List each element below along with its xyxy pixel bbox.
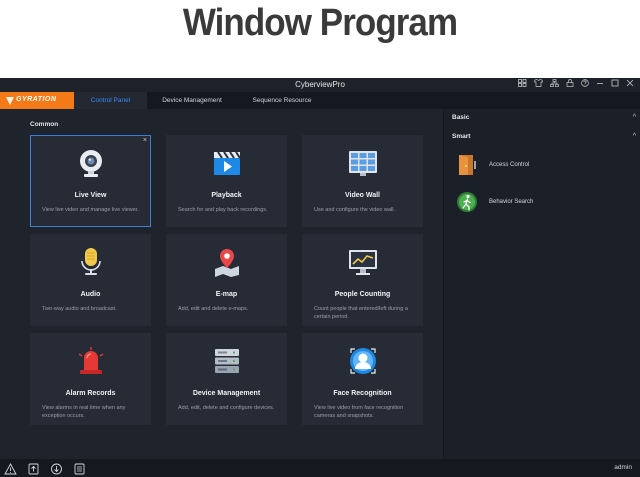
grid-icon[interactable] (518, 79, 527, 91)
section-label-common: Common (30, 121, 59, 128)
warning-icon[interactable] (4, 462, 17, 475)
tile-device-management[interactable]: Device Management Add, edit, delete and … (166, 333, 287, 425)
collapse-basic-chevron-icon[interactable]: ^ (633, 114, 636, 121)
tile-audio[interactable]: Audio Two-way audio and broadcast. (30, 234, 151, 326)
sitemap-icon[interactable] (550, 79, 559, 91)
tile-description: Add, edit, delete and configure devices. (178, 405, 275, 411)
download-icon[interactable] (50, 462, 63, 475)
tile-description: Two-way audio and broadcast. (42, 306, 117, 312)
collapse-smart-chevron-icon[interactable]: ^ (633, 133, 636, 140)
tile-video-wall[interactable]: Video Wall Use and configure the video w… (302, 135, 423, 227)
banner: Window Program (0, 0, 640, 78)
minimize-icon[interactable] (596, 79, 604, 91)
tile-title: Video Wall (344, 192, 380, 199)
server-icon (215, 349, 239, 373)
window-controls (518, 79, 634, 91)
help-icon[interactable] (581, 79, 589, 91)
section-basic[interactable]: Basic (452, 114, 469, 121)
maximize-icon[interactable] (611, 79, 619, 91)
tile-title: Playback (211, 192, 242, 199)
tile-people-counting[interactable]: People Counting Count people that entere… (302, 234, 423, 326)
status-icons (4, 462, 86, 475)
tile-description: View live video from face recognition ca… (314, 405, 404, 419)
tile-title: Face Recognition (333, 390, 392, 397)
walker-icon (457, 192, 477, 212)
logo-mark-icon (6, 97, 14, 105)
tile-live-view[interactable]: × Live View View live video and manage l… (30, 135, 151, 227)
side-item-access-control[interactable]: Access Control (456, 154, 636, 178)
tile-description: Add, edit and delete e-maps. (178, 306, 249, 312)
tile-title: Live View (74, 192, 107, 199)
tile-close-button[interactable]: × (143, 137, 147, 144)
tile-e-map[interactable]: E-map Add, edit and delete e-maps. (166, 234, 287, 326)
close-icon[interactable] (626, 79, 634, 91)
tab-label: Sequence Resource (252, 97, 312, 104)
tile-title: E-map (215, 291, 238, 298)
tab-label: Control Panel (90, 97, 131, 104)
upload-icon[interactable] (27, 462, 40, 475)
tile-title: Alarm Records (65, 390, 116, 397)
logo-text: GYRATION (16, 96, 57, 103)
camera-icon (80, 150, 102, 177)
tile-title: Device Management (192, 390, 261, 397)
tile-playback[interactable]: Playback Search for and play back record… (166, 135, 287, 227)
tab-label: Device Management (162, 97, 222, 104)
side-panel: Basic ^ Smart ^ Access Control Behavior … (443, 109, 640, 459)
side-item-label: Access Control (489, 162, 530, 168)
tile-description: Count people that entered/left during a … (314, 306, 408, 320)
video-wall-icon (349, 151, 377, 176)
clapper-icon (214, 151, 241, 175)
tab-sequence-resource[interactable]: Sequence Resource (237, 92, 327, 109)
log-icon[interactable] (73, 462, 86, 475)
app-window: CyberviewPro GYRATION Control Panel Devi… (0, 78, 640, 477)
microphone-icon (81, 248, 101, 275)
side-item-behavior-search[interactable]: Behavior Search (456, 191, 636, 215)
tile-description: View alarms in real time when any except… (42, 405, 126, 419)
banner-title: Window Program (182, 2, 458, 44)
alarm-light-icon (78, 347, 104, 374)
status-bar: admin (0, 459, 640, 477)
face-icon (350, 348, 376, 374)
tab-bar: GYRATION Control Panel Device Management… (0, 92, 640, 109)
chart-monitor-icon (349, 250, 377, 275)
tab-device-management[interactable]: Device Management (147, 92, 237, 109)
map-pin-icon (215, 249, 239, 277)
current-user[interactable]: admin (614, 464, 632, 471)
main-panel: Common × Live View View live video and m… (0, 109, 443, 459)
brand-logo: GYRATION (0, 92, 74, 109)
side-item-label: Behavior Search (489, 199, 534, 205)
section-smart[interactable]: Smart (452, 133, 470, 140)
tile-alarm-records[interactable]: Alarm Records View alarms in real time w… (30, 333, 151, 425)
title-bar: CyberviewPro (0, 78, 640, 92)
tab-control-panel[interactable]: Control Panel (74, 92, 147, 109)
shirt-icon[interactable] (534, 79, 543, 91)
tile-title: Audio (80, 291, 101, 298)
door-icon (459, 155, 476, 175)
tile-description: Search for and play back recordings. (178, 207, 268, 213)
tile-description: Use and configure the video wall. (314, 207, 396, 213)
lock-icon[interactable] (566, 79, 574, 91)
tile-title: People Counting (334, 291, 391, 298)
tile-face-recognition[interactable]: Face Recognition View live video from fa… (302, 333, 423, 425)
tile-description: View live video and manage live viewer. (42, 207, 139, 213)
